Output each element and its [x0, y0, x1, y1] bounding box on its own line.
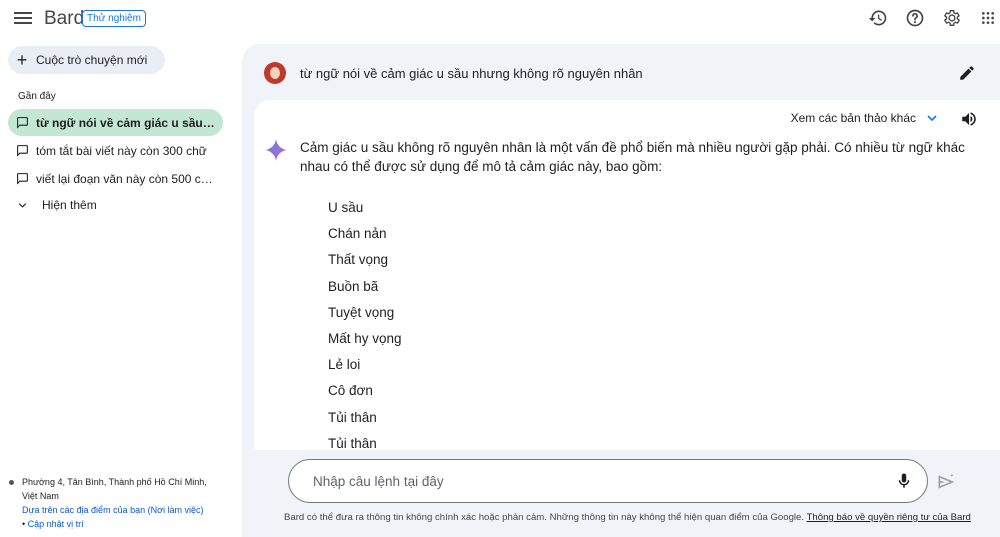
location-source-link[interactable]: Dựa trên các địa điểm của bạn (Nơi làm v…	[22, 505, 204, 515]
response-intro-text: Cảm giác u sầu không rõ nguyên nhân là m…	[300, 140, 965, 174]
privacy-notice-link[interactable]: Thông báo về quyền riêng tư của Bard	[807, 512, 971, 523]
list-item: Tủi thân	[328, 435, 377, 450]
recent-chat-item[interactable]: từ ngữ nói về cảm giác u sầu nhưng không…	[8, 109, 223, 136]
experiment-badge: Thử nghiệm	[82, 10, 146, 27]
location-dot-icon	[9, 480, 14, 485]
speaker-icon[interactable]	[960, 110, 978, 128]
apps-icon[interactable]	[980, 8, 996, 28]
prompt-input-box	[288, 459, 928, 503]
view-drafts-button[interactable]: Xem các bản thảo khác	[791, 110, 940, 126]
microphone-icon[interactable]	[895, 472, 913, 490]
show-more-label: Hiện thêm	[42, 198, 97, 212]
user-prompt-text: từ ngữ nói về cảm giác u sầu nhưng không…	[300, 65, 643, 81]
recent-chat-label: viết lại đoạn văn này còn 500 chữ	[36, 171, 216, 186]
menu-icon[interactable]	[13, 9, 33, 27]
chat-bubble-icon	[8, 116, 36, 129]
view-drafts-label: Xem các bản thảo khác	[790, 111, 916, 125]
disclaimer-body: Bard có thể đưa ra thông tin không chính…	[284, 512, 807, 523]
list-item: Mất hy vọng	[328, 330, 402, 346]
settings-icon[interactable]	[942, 8, 962, 28]
recent-chat-label: tóm tắt bài viết này còn 300 chữ	[36, 143, 207, 158]
recent-heading: Gần đây	[18, 91, 56, 102]
history-icon[interactable]	[868, 8, 888, 28]
new-chat-button[interactable]: + Cuộc trò chuyện mới	[8, 46, 165, 74]
chat-bubble-icon	[8, 172, 36, 185]
list-item: Tủi thân	[328, 409, 377, 425]
top-bar: Bard Thử nghiệm	[0, 0, 1000, 38]
location-place: Phường 4, Tân Bình, Thành phố Hồ Chí Min…	[22, 477, 207, 501]
bard-sparkle-icon	[265, 139, 287, 161]
recent-chat-item[interactable]: tóm tắt bài viết này còn 300 chữ	[8, 137, 223, 164]
chevron-down-icon	[927, 115, 937, 122]
list-item: Chán nản	[328, 226, 387, 242]
plus-icon: +	[16, 50, 28, 70]
disclaimer-text: Bard có thể đưa ra thông tin không chính…	[284, 512, 971, 523]
help-icon[interactable]	[905, 8, 925, 28]
app-logo[interactable]: Bard	[44, 8, 84, 30]
list-item: Tuyệt vọng	[328, 304, 395, 320]
response-card: Xem các bản thảo khác Cảm giác u sầu khô…	[254, 100, 1000, 450]
chat-bubble-icon	[8, 144, 36, 157]
list-item: U sầu	[328, 200, 364, 215]
show-more-button[interactable]: Hiện thêm	[8, 192, 128, 218]
sidebar: + Cuộc trò chuyện mới Gần đây từ ngữ nói…	[0, 38, 240, 537]
new-chat-label: Cuộc trò chuyện mới	[36, 53, 148, 67]
list-item: Cô đơn	[328, 383, 373, 399]
location-info: Phường 4, Tân Bình, Thành phố Hồ Chí Min…	[9, 475, 207, 531]
prompt-input[interactable]	[313, 473, 873, 489]
chevron-down-icon	[8, 200, 36, 211]
list-item: Thất vọng	[328, 252, 389, 268]
avatar[interactable]	[264, 62, 286, 84]
response-list: U sầu Chán nản Thất vọng Buồn bã Tuyệt v…	[328, 195, 402, 450]
main-panel: từ ngữ nói về cảm giác u sầu nhưng không…	[242, 44, 1000, 537]
list-item: Buồn bã	[328, 278, 379, 294]
update-location-link[interactable]: Cập nhật vị trí	[28, 519, 84, 529]
edit-icon[interactable]	[958, 64, 976, 82]
user-prompt-row: từ ngữ nói về cảm giác u sầu nhưng không…	[264, 56, 984, 90]
list-item: Lẻ loi	[328, 357, 361, 373]
send-icon[interactable]	[936, 472, 956, 492]
recent-chat-label: từ ngữ nói về cảm giác u sầu nhưng không…	[36, 115, 223, 130]
recent-chat-item[interactable]: viết lại đoạn văn này còn 500 chữ	[8, 165, 223, 192]
